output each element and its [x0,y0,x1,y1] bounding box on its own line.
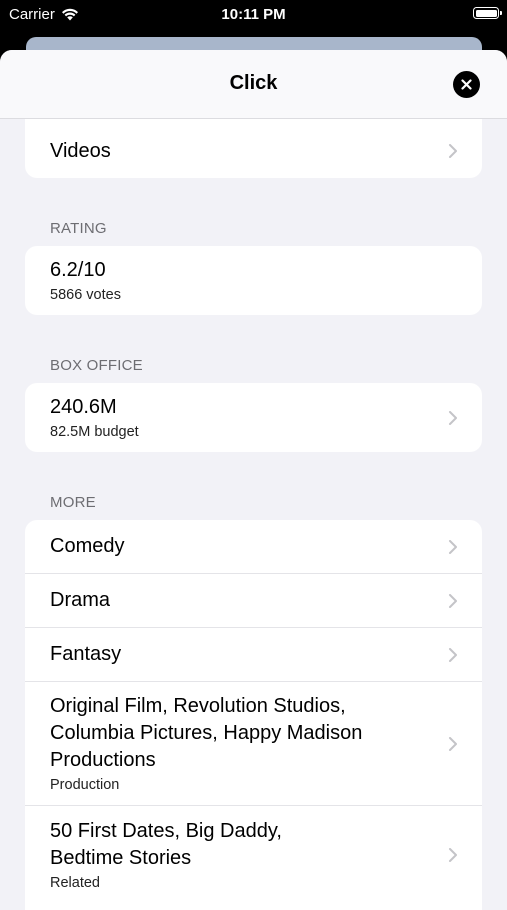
nav-title: Click [229,72,278,94]
chevron-right-icon [449,736,457,751]
navigation-bar: Click [0,50,507,119]
close-icon [461,79,472,90]
videos-label: Videos [50,139,111,162]
chevron-right-icon [449,593,457,608]
more-item-production[interactable]: Original Film, Revolution Studios, Colum… [25,682,482,806]
more-item-title: 50 First Dates, Big Daddy, Bedtime Stori… [50,819,282,869]
more-item-related[interactable]: 50 First Dates, Big Daddy, Bedtime Stori… [25,806,482,904]
rating-value: 6.2/10 [50,258,106,281]
status-bar: Carrier 10:11 PM [0,0,507,30]
more-item-subtitle: Related [50,874,100,891]
close-button[interactable] [453,71,480,98]
more-item-fantasy[interactable]: Fantasy [25,628,482,682]
more-item-title: Fantasy [50,643,122,665]
status-time: 10:11 PM [221,6,286,23]
more-section-header: MORE [50,494,96,511]
more-item-title: Comedy [50,535,125,557]
more-item-comedy[interactable]: Comedy [25,520,482,574]
more-item-title: Drama [50,589,111,611]
box-office-budget: 82.5M budget [50,423,139,440]
more-item-title: Original Film, Revolution Studios, Colum… [50,694,363,771]
more-item-subtitle: Production [50,776,120,793]
chevron-right-icon [449,539,457,554]
chevron-right-icon [449,410,457,425]
rating-row: 6.2/10 5866 votes [25,246,482,315]
box-office-row[interactable]: 240.6M 82.5M budget [25,383,482,452]
box-office-card: 240.6M 82.5M budget [25,383,482,452]
battery-icon [473,7,502,19]
box-office-value: 240.6M [50,395,117,418]
modal-sheet: Click Videos RATING 6.2/10 5866 votes BO… [0,50,507,910]
rating-section-header: RATING [50,220,107,237]
chevron-right-icon [449,848,457,862]
rating-votes: 5866 votes [50,286,121,303]
chevron-right-icon [449,144,457,158]
chevron-right-icon [449,647,457,662]
more-card: Comedy Drama Fantasy Original Film, Revo… [25,520,482,910]
box-office-section-header: BOX OFFICE [50,357,143,374]
more-item-drama[interactable]: Drama [25,574,482,628]
rating-card: 6.2/10 5866 votes [25,246,482,315]
